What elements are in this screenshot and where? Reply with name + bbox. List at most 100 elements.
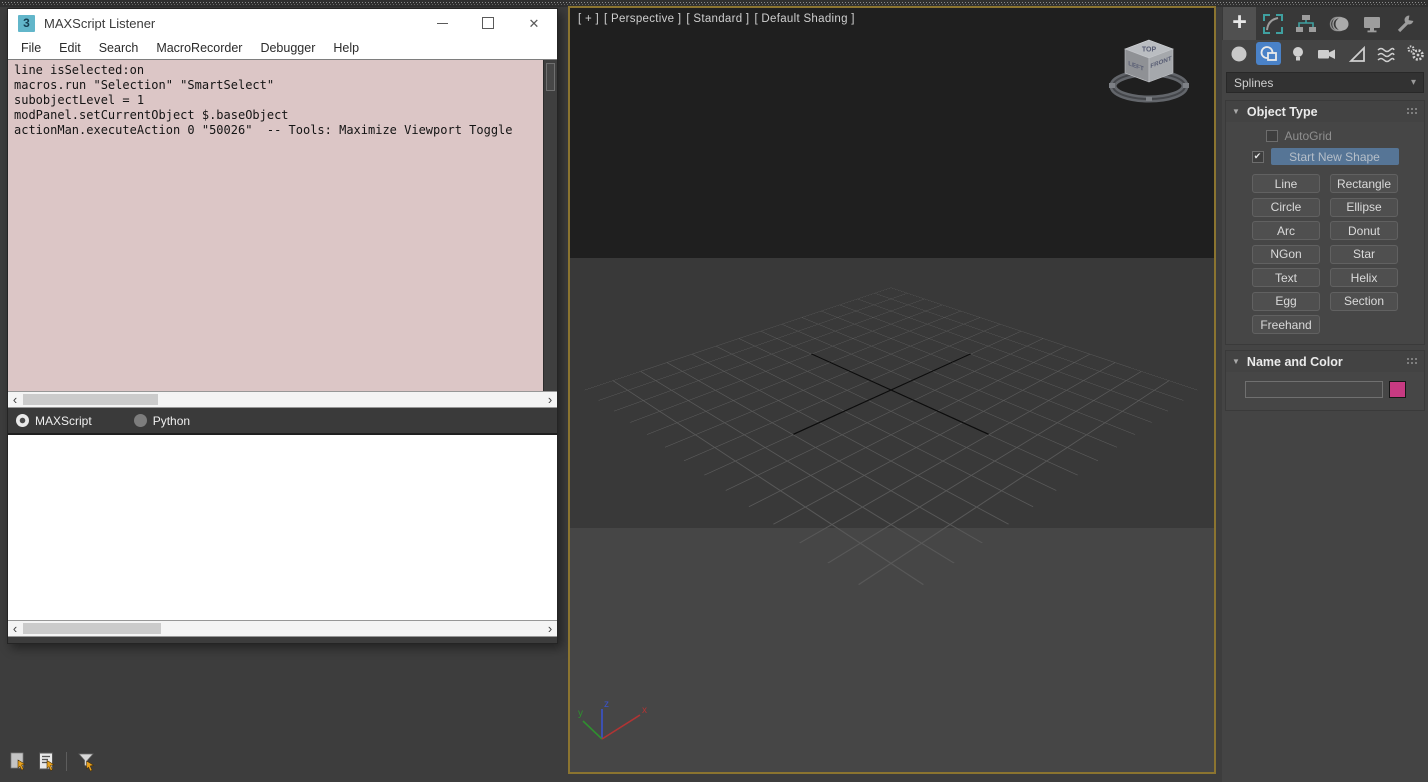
section-button[interactable]: Section xyxy=(1330,291,1398,311)
menu-edit[interactable]: Edit xyxy=(50,41,90,55)
autogrid-label: AutoGrid xyxy=(1284,129,1332,143)
selection-filter-icon[interactable] xyxy=(76,751,97,772)
rollout-header[interactable]: ▼ Name and Color xyxy=(1226,351,1424,372)
grip-dots-icon xyxy=(1406,357,1418,366)
autogrid-row: AutoGrid xyxy=(1226,129,1424,143)
category-space-warps[interactable] xyxy=(1374,42,1398,65)
rectangle-button[interactable]: Rectangle xyxy=(1330,174,1398,193)
autogrid-checkbox[interactable] xyxy=(1265,130,1278,142)
point-of-view-menu[interactable]: [ Perspective ] xyxy=(604,13,681,25)
code-line: subobjectLevel = 1 xyxy=(14,93,145,107)
menu-debugger[interactable]: Debugger xyxy=(251,41,324,55)
tab-modify[interactable] xyxy=(1256,7,1289,40)
python-radio-option[interactable]: Python xyxy=(133,413,191,428)
maximize-button[interactable] xyxy=(465,9,511,37)
menu-file[interactable]: File xyxy=(12,41,50,55)
category-lights[interactable] xyxy=(1286,42,1310,65)
create-plus-icon: + xyxy=(1232,7,1247,36)
scrollbar-thumb[interactable] xyxy=(546,63,555,91)
name-color-row xyxy=(1226,379,1424,400)
minimize-button[interactable] xyxy=(419,9,465,37)
viewcube-west-nub xyxy=(1109,83,1115,88)
donut-button[interactable]: Donut xyxy=(1330,221,1398,240)
arc-button[interactable]: Arc xyxy=(1252,221,1320,240)
vertical-scrollbar[interactable] xyxy=(543,60,557,391)
category-geometry[interactable] xyxy=(1227,42,1251,65)
utilities-wrench-icon xyxy=(1397,14,1414,32)
shape-buttons-grid: Line Rectangle Circle Ellipse Arc Donut … xyxy=(1226,174,1424,334)
object-name-input[interactable] xyxy=(1244,381,1383,398)
rollout-header[interactable]: ▼ Object Type xyxy=(1226,101,1424,122)
freehand-button[interactable]: Freehand xyxy=(1252,315,1320,334)
scroll-left-icon[interactable]: ‹ xyxy=(8,621,22,636)
maxscript-radio-option[interactable]: MAXScript xyxy=(16,414,92,428)
category-shapes[interactable] xyxy=(1256,42,1281,65)
scroll-right-icon[interactable]: › xyxy=(543,621,557,636)
tab-utilities[interactable] xyxy=(1388,7,1421,40)
horizontal-scrollbar[interactable]: ‹ › xyxy=(8,391,557,408)
helpers-set-square-icon xyxy=(1348,45,1365,62)
category-helpers[interactable] xyxy=(1345,42,1369,65)
listener-titlebar[interactable]: 3 MAXScript Listener ✕ xyxy=(8,9,557,37)
shading-menu[interactable]: [ Default Shading ] xyxy=(754,13,854,25)
perspective-viewport[interactable]: [ + ] [ Perspective ] [ Standard ] [ Def… xyxy=(568,6,1216,774)
category-systems[interactable] xyxy=(1404,42,1428,65)
close-button[interactable]: ✕ xyxy=(511,9,557,37)
egg-button[interactable]: Egg xyxy=(1252,291,1320,311)
divider xyxy=(66,752,67,771)
radio-selected-icon[interactable] xyxy=(16,414,29,427)
radio-label: Python xyxy=(152,413,191,428)
scroll-left-icon[interactable]: ‹ xyxy=(8,392,22,407)
circle-button[interactable]: Circle xyxy=(1252,197,1320,217)
rollout-open-icon: ▼ xyxy=(1232,357,1240,366)
start-new-shape-checkbox[interactable]: ✔ xyxy=(1251,150,1264,163)
tab-create[interactable]: + xyxy=(1223,7,1256,40)
tab-hierarchy[interactable] xyxy=(1289,7,1322,40)
modify-icon xyxy=(1262,13,1283,34)
z-axis-label: z xyxy=(604,699,609,710)
y-axis-label: y xyxy=(578,708,583,719)
systems-gears-icon xyxy=(1407,44,1424,61)
minimize-icon xyxy=(436,22,448,24)
start-new-shape-button[interactable]: Start New Shape xyxy=(1270,148,1399,165)
renderer-menu[interactable]: [ Standard ] xyxy=(686,13,749,25)
light-bulb-icon xyxy=(1293,46,1304,60)
horizontal-scrollbar[interactable]: ‹ › xyxy=(8,620,557,637)
hierarchy-icon xyxy=(1295,14,1316,32)
radio-unselected-icon[interactable] xyxy=(133,414,147,427)
language-selector-bar: MAXScript Python xyxy=(8,408,557,433)
layer-explorer-icon[interactable] xyxy=(37,751,57,772)
shape-subcategory-dropdown[interactable]: Splines ▾ xyxy=(1226,72,1424,93)
space-warps-waves-icon xyxy=(1377,47,1396,62)
menu-macrorecorder[interactable]: MacroRecorder xyxy=(147,41,251,55)
scroll-right-icon[interactable]: › xyxy=(543,392,557,407)
maximize-icon xyxy=(482,17,494,29)
macro-recorder-output[interactable]: line isSelected:on macros.run "Selection… xyxy=(8,59,557,391)
status-bar-icons xyxy=(8,751,97,772)
object-color-swatch[interactable] xyxy=(1388,381,1406,398)
category-cameras[interactable] xyxy=(1315,42,1339,65)
helix-button[interactable]: Helix xyxy=(1330,268,1398,287)
viewcube[interactable]: TOP LEFT FRONT xyxy=(1104,34,1194,106)
ngon-button[interactable]: NGon xyxy=(1252,244,1320,264)
maxscript-listener-window: 3 MAXScript Listener ✕ File Edit Search … xyxy=(7,8,558,644)
chevron-down-icon: ▾ xyxy=(1410,77,1416,88)
viewcube-top-label[interactable]: TOP xyxy=(1142,47,1157,54)
close-icon: ✕ xyxy=(528,15,540,31)
command-panel-tabs: + xyxy=(1222,7,1428,40)
star-button[interactable]: Star xyxy=(1330,244,1398,264)
general-viewport-menu[interactable]: [ + ] xyxy=(578,13,599,25)
listener-input-pane[interactable] xyxy=(8,433,557,620)
scrollbar-thumb[interactable] xyxy=(23,394,158,405)
scrollbar-thumb[interactable] xyxy=(23,623,161,634)
ellipse-button[interactable]: Ellipse xyxy=(1330,197,1398,217)
line-button[interactable]: Line xyxy=(1252,174,1320,193)
tab-display[interactable] xyxy=(1355,7,1388,40)
menu-help[interactable]: Help xyxy=(324,41,368,55)
world-axis-tripod: z y x xyxy=(578,699,647,740)
start-new-shape-row: ✔ Start New Shape xyxy=(1226,148,1424,165)
scene-explorer-icon[interactable] xyxy=(8,751,28,772)
text-button[interactable]: Text xyxy=(1252,268,1320,287)
tab-motion[interactable] xyxy=(1322,7,1355,40)
menu-search[interactable]: Search xyxy=(90,41,148,55)
